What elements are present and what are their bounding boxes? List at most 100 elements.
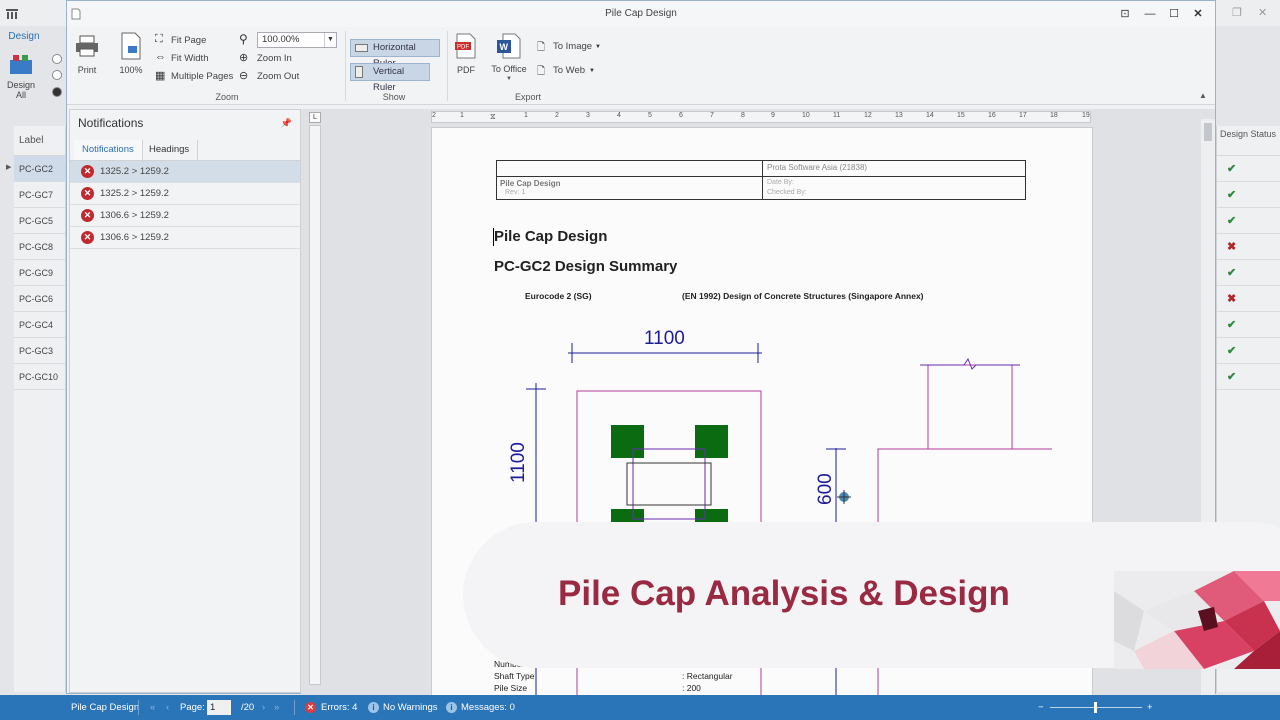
- list-item[interactable]: PC-GC7: [14, 182, 65, 208]
- status-fail-icon: ✖: [1217, 286, 1280, 312]
- tab-headings[interactable]: Headings: [141, 140, 199, 160]
- design-all-icon: [10, 55, 32, 74]
- close-icon[interactable]: ✕: [1190, 6, 1206, 22]
- ruler-number: 4: [617, 112, 621, 119]
- table-divider: [762, 161, 763, 199]
- ribbon-separator: [345, 31, 346, 101]
- ruler-number: 11: [833, 112, 841, 119]
- radio-option[interactable]: [52, 70, 62, 80]
- hundred-percent-button[interactable]: 100%: [115, 65, 147, 75]
- vertical-ruler-label: Vertical Ruler: [373, 66, 405, 93]
- dimension-height: 1100: [508, 442, 529, 483]
- notifications-panel: Notifications 📌 Notifications Headings ✕…: [69, 109, 301, 693]
- minimize-icon[interactable]: —: [1142, 6, 1158, 22]
- svg-text:PDF: PDF: [457, 45, 469, 51]
- radio-option[interactable]: [52, 54, 62, 64]
- chevron-down-icon[interactable]: ▼: [506, 76, 512, 82]
- pin-icon[interactable]: 📌: [281, 118, 292, 129]
- company-name: Prota Software Asia (21838): [767, 163, 868, 172]
- last-page-icon[interactable]: »: [274, 695, 279, 720]
- zoom-plus-icon[interactable]: +: [1147, 695, 1153, 720]
- next-page-icon[interactable]: ›: [262, 695, 265, 720]
- to-office-button[interactable]: To Office: [487, 64, 531, 74]
- pdf-icon: PDF: [455, 33, 476, 59]
- page-input[interactable]: 1: [207, 700, 231, 715]
- status-fail-icon: ✖: [1217, 234, 1280, 260]
- window-title: Pile Cap Design: [67, 1, 1215, 27]
- collapse-ribbon-icon[interactable]: ▲: [1199, 91, 1207, 100]
- notification-item[interactable]: ✕ 1306.6 > 1259.2: [70, 205, 300, 227]
- errors-count[interactable]: Errors: 4: [321, 695, 357, 720]
- list-item[interactable]: PC-GC10: [14, 364, 65, 390]
- list-item[interactable]: PC-GC6: [14, 286, 65, 312]
- polygon-logo-icon: [1114, 571, 1280, 669]
- tab-design[interactable]: Design: [4, 28, 44, 46]
- list-item[interactable]: PC-GC4: [14, 312, 65, 338]
- error-icon: ✕: [305, 702, 316, 713]
- notification-item[interactable]: ✕ 1306.6 > 1259.2: [70, 227, 300, 249]
- chevron-down-icon: ▼: [595, 44, 601, 50]
- ruler-number: 1: [524, 112, 528, 119]
- first-page-icon[interactable]: «: [150, 695, 155, 720]
- window-options-icon[interactable]: ⊡: [1117, 6, 1133, 22]
- vertical-ruler-toggle[interactable]: Vertical Ruler: [350, 63, 430, 93]
- multiple-pages-icon: ▦: [155, 70, 166, 82]
- bg-restore-icon[interactable]: ❐: [1232, 6, 1242, 19]
- ribbon: Print 100% ⛶ Fit Page ⇔ Fit Width ▦ Mult…: [67, 27, 1215, 105]
- warnings-count[interactable]: No Warnings: [383, 695, 438, 720]
- horizontal-ruler-toggle[interactable]: Horizontal Ruler: [350, 39, 440, 69]
- svg-text:W: W: [500, 42, 509, 52]
- ruler-corner: L: [309, 112, 321, 123]
- ruler-number: 9: [771, 112, 775, 119]
- tab-notifications[interactable]: Notifications: [74, 140, 143, 160]
- zoom-minus-icon[interactable]: −: [1038, 695, 1044, 720]
- date-by: Date By:: [767, 179, 794, 186]
- list-item[interactable]: PC-GC2: [14, 156, 65, 182]
- notifications-title: Notifications: [78, 116, 144, 130]
- ruler-number: 2: [432, 112, 436, 119]
- ruler-number: 7: [710, 112, 714, 119]
- print-button[interactable]: Print: [71, 65, 103, 75]
- notification-item[interactable]: ✕ 1325.2 > 1259.2: [70, 183, 300, 205]
- list-item[interactable]: PC-GC3: [14, 338, 65, 364]
- notification-item[interactable]: ✕ 1325.2 > 1259.2: [70, 161, 300, 183]
- multiple-pages-label: Multiple Pages: [171, 71, 234, 82]
- notification-text: 1306.6 > 1259.2: [100, 232, 169, 243]
- messages-count[interactable]: Messages: 0: [461, 695, 515, 720]
- ruler-number: 8: [741, 112, 745, 119]
- chevron-down-icon: ▼: [589, 68, 595, 74]
- error-icon: ✕: [81, 231, 94, 244]
- ruler-margin-marker[interactable]: ⧖: [490, 112, 496, 122]
- label-column-header: Label: [14, 126, 65, 156]
- ruler-number: 14: [926, 112, 934, 119]
- list-item[interactable]: PC-GC9: [14, 260, 65, 286]
- pdf-button[interactable]: PDF: [451, 65, 481, 75]
- zoom-group-label: Zoom: [215, 92, 239, 102]
- app-logo-icon: [6, 9, 18, 19]
- vertical-ruler[interactable]: [309, 125, 321, 685]
- web-icon: 🗋: [537, 66, 546, 77]
- list-item[interactable]: PC-GC8: [14, 234, 65, 260]
- print-icon: [76, 35, 98, 57]
- fit-page-icon: ⛶: [155, 33, 163, 45]
- hundred-percent-icon: [121, 32, 141, 60]
- zoom-input[interactable]: 100.00% ▼: [257, 32, 337, 48]
- radio-option-selected[interactable]: [52, 87, 62, 97]
- prev-page-icon[interactable]: ‹: [166, 695, 169, 720]
- design-status-header: Design Status: [1217, 126, 1280, 156]
- horizontal-ruler[interactable]: 2 1 1 2 3 4 5 6 7 8 9 10 11 12 13 14 15 …: [431, 111, 1091, 123]
- chevron-down-icon[interactable]: ▼: [324, 33, 336, 47]
- list-item[interactable]: PC-GC5: [14, 208, 65, 234]
- zoom-in-icon: ⊕: [239, 52, 249, 64]
- design-all-button[interactable]: Design All: [4, 80, 38, 100]
- divider: [138, 700, 139, 715]
- to-image-label: To Image: [553, 41, 593, 52]
- bg-close-icon[interactable]: ✕: [1258, 6, 1267, 19]
- zoom-out-label: Zoom Out: [257, 71, 300, 82]
- status-ok-icon: ✔: [1217, 208, 1280, 234]
- move-cursor-icon: [837, 490, 851, 504]
- dimension-width: 1100: [644, 328, 685, 349]
- zoom-slider-thumb[interactable]: [1094, 702, 1097, 713]
- maximize-icon[interactable]: ☐: [1166, 6, 1182, 22]
- scrollbar-thumb[interactable]: [1204, 123, 1212, 141]
